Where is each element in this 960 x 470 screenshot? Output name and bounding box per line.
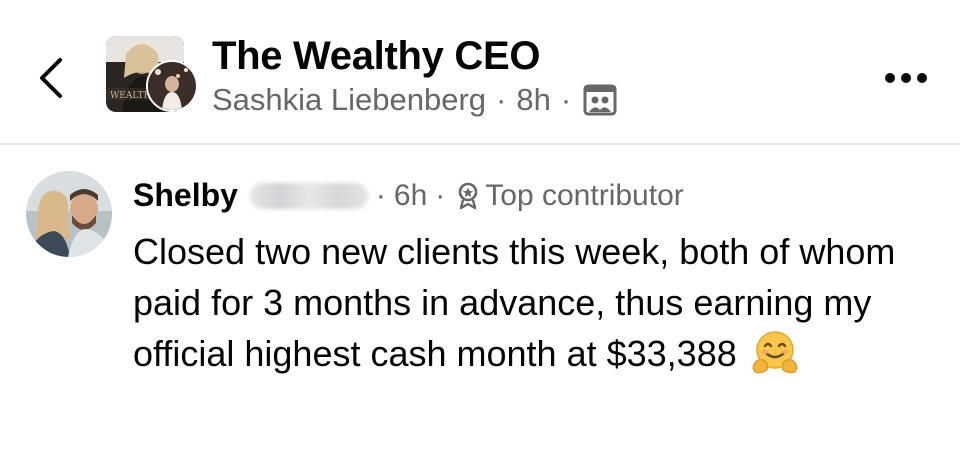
- top-contributor-label: Top contributor: [485, 178, 684, 212]
- back-button[interactable]: [30, 52, 74, 104]
- group-audience-icon: [583, 84, 617, 116]
- comment-author[interactable]: Shelby: [133, 177, 238, 214]
- post-time[interactable]: 8h: [516, 82, 550, 118]
- poster-avatar[interactable]: [146, 60, 198, 112]
- more-horizontal-icon: [885, 73, 927, 83]
- post-header: WEALTHY The Wealthy CEO Sashkia Liebenbe…: [0, 0, 960, 143]
- top-contributor-icon: [457, 182, 479, 210]
- separator-dot: ·: [375, 178, 386, 212]
- poster-name[interactable]: Sashkia Liebenberg: [212, 82, 486, 118]
- more-options-button[interactable]: [884, 66, 928, 90]
- group-name[interactable]: The Wealthy CEO: [212, 34, 540, 79]
- comment-meta: · 6h · Top contributor: [368, 179, 684, 213]
- comment-header: Shelby · 6h · Top contributor: [133, 177, 684, 214]
- separator-dot: ·: [435, 178, 446, 212]
- chevron-left-icon: [40, 58, 62, 98]
- redacted-surname: [249, 182, 368, 209]
- separator-dot: ·: [496, 82, 507, 117]
- comment-time[interactable]: 6h: [394, 179, 427, 213]
- separator-dot: ·: [560, 82, 572, 117]
- comment-body: Closed two new clients this week, both o…: [133, 226, 933, 379]
- commenter-avatar[interactable]: [26, 171, 112, 257]
- hugging-face-emoji: [751, 328, 799, 376]
- post-meta: Sashkia Liebenberg · 8h ·: [212, 82, 617, 118]
- header-divider: [0, 143, 960, 145]
